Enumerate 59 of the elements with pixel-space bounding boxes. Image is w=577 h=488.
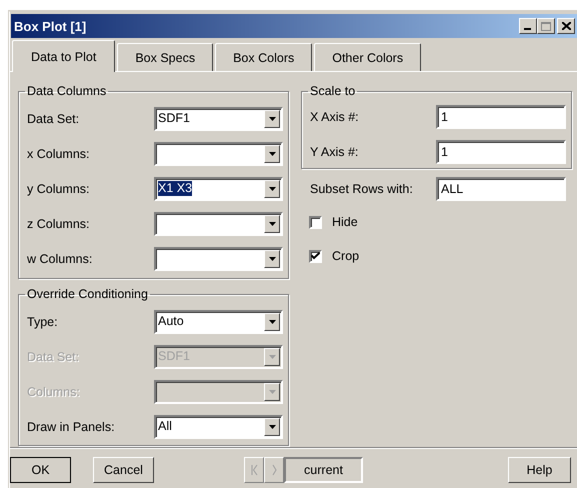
minimize-button[interactable] [519,18,537,34]
dropdown-value: X1 X3 [158,181,192,196]
ok-button[interactable]: OK [10,457,71,483]
group-title: Data Columns [26,84,108,98]
checkbox-label: Hide [332,215,358,229]
dropdown-arrow-icon [268,256,276,260]
first-icon [250,464,258,476]
dropdown-arrow-icon [268,390,276,394]
close-icon [562,22,570,30]
field-label: z Columns: [27,216,91,230]
dropdown-arrow-icon [268,354,276,358]
dropdown-arrow-icon [268,424,276,428]
first-button[interactable] [244,457,264,483]
dropdown-arrow-icon [268,222,276,226]
field-label: X Axis #: [310,110,360,124]
field-label: y Columns: [27,182,91,196]
field-label: Type: [27,314,59,328]
dropdown[interactable]: X1 X3 [154,176,283,200]
dropdown-value: SDF1 [158,111,190,126]
next-icon [272,464,276,476]
dropdown-arrow-icon [268,116,276,120]
field-label: Subset Rows with: [310,182,414,196]
dropdown-value: All [158,419,172,434]
maximize-button[interactable] [537,18,555,34]
dropdown-arrow-icon [268,320,276,324]
dropdown[interactable] [154,246,283,270]
checkbox[interactable] [309,250,322,262]
field-label: Draw in Panels: [27,420,116,434]
dropdown[interactable] [154,212,283,236]
checkbox[interactable] [309,216,322,228]
cancel-button[interactable]: Cancel [93,457,154,483]
help-button[interactable]: Help [508,457,571,483]
group-title: Scale to [309,84,356,98]
group-title: Override Conditioning [26,287,149,301]
window-title: Box Plot [1] [14,18,88,34]
field-label: w Columns: [27,252,94,266]
input-field[interactable]: ALL [436,177,566,201]
input-field[interactable]: 1 [436,140,566,164]
dropdown[interactable] [154,380,283,404]
input-field[interactable]: 1 [436,104,566,128]
field-label: x Columns: [27,146,91,160]
dropdown[interactable]: Auto [154,310,283,334]
checkbox-label: Crop [332,249,360,263]
next-button[interactable] [264,457,284,483]
dropdown-arrow-icon [268,152,276,156]
tab[interactable]: Box Specs [117,43,214,71]
field-label: Data Set: [27,112,80,126]
current-field: current [284,457,363,483]
maximize-icon [541,22,551,30]
tab[interactable]: Other Colors [314,43,422,71]
dropdown[interactable]: All [154,414,283,438]
dropdown-value: Auto [158,314,184,329]
tab[interactable]: Data to Plot [12,40,116,72]
dropdown-arrow-icon [268,186,276,190]
close-button[interactable] [557,18,575,34]
tab[interactable]: Box Colors [215,43,312,71]
dropdown[interactable] [154,142,283,166]
dropdown[interactable]: SDF1 [154,106,283,130]
field-label: Y Axis #: [310,144,360,158]
